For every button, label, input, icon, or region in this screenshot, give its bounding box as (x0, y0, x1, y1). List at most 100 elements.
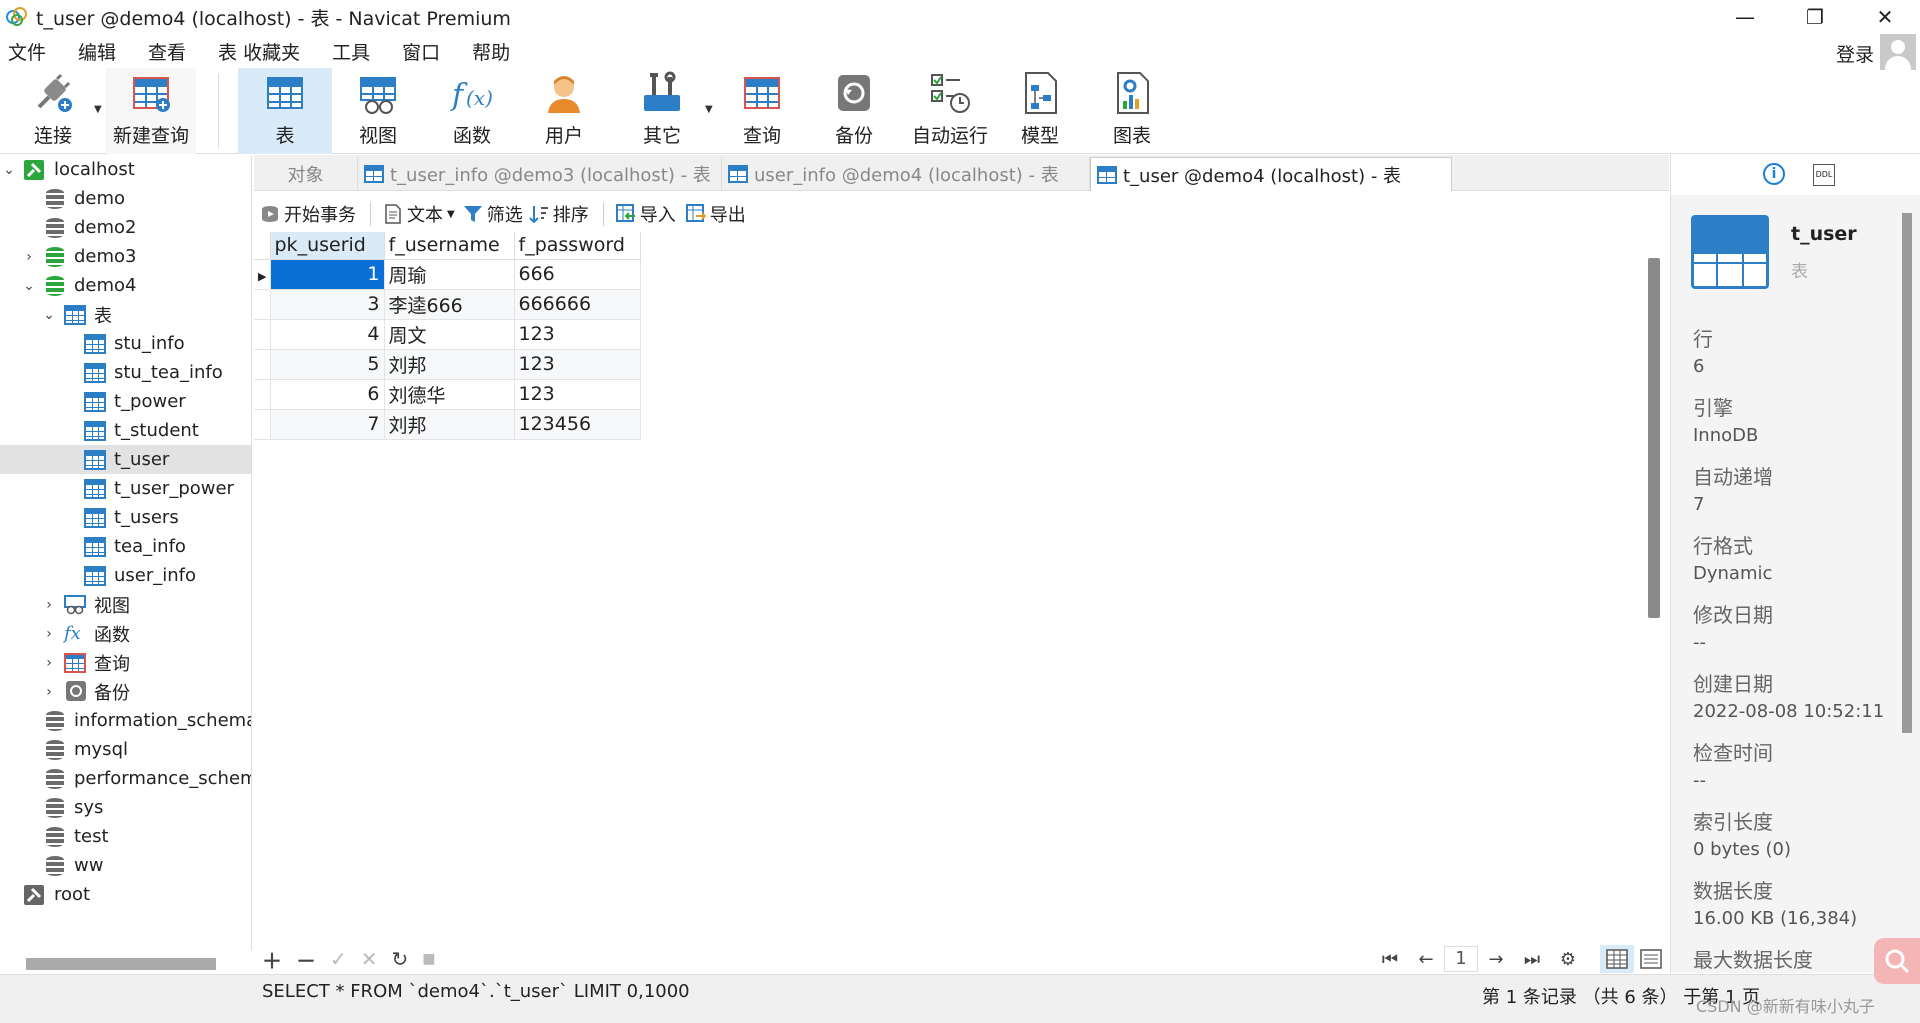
login-link[interactable]: 登录 (1836, 40, 1874, 67)
cell-pk-userid[interactable]: 7 (270, 409, 385, 440)
tree-db-mysql[interactable]: mysql (0, 735, 251, 764)
tree-table-stu-tea-info[interactable]: stu_tea_info (0, 358, 251, 387)
cell-pk-userid[interactable]: 1 (270, 259, 385, 290)
view-button[interactable]: 视图 (346, 68, 410, 154)
table-row[interactable]: 6 刘德华 123 (254, 379, 641, 410)
cell-f-password[interactable]: 666 (514, 259, 641, 290)
auto-run-button[interactable]: 自动运行 (908, 68, 992, 154)
apply-changes-icon[interactable]: ✓ (330, 947, 347, 971)
page-number-input[interactable]: 1 (1444, 946, 1478, 972)
other-button[interactable]: 其它 (630, 68, 694, 154)
tree-group-tables[interactable]: ⌄ 表 (0, 300, 251, 329)
text-button[interactable]: 文本 ▼ (383, 201, 455, 227)
tree-table-t-user-power[interactable]: t_user_power (0, 474, 251, 503)
backup-button[interactable]: 备份 (822, 68, 886, 154)
tree-db-demo[interactable]: demo (0, 184, 251, 213)
chevron-right-icon[interactable]: › (22, 249, 36, 265)
tree-table-t-user[interactable]: t_user (0, 445, 251, 474)
prev-page-icon[interactable]: ← (1408, 949, 1444, 970)
tree-db-sys[interactable]: sys (0, 793, 251, 822)
connect-dropdown-icon[interactable]: ▼ (94, 104, 102, 115)
chevron-down-icon[interactable]: ⌄ (2, 162, 16, 178)
tab-t-user-demo4[interactable]: t_user @demo4 (localhost) - 表 (1090, 157, 1452, 191)
table-button[interactable]: 表 (238, 68, 332, 154)
floating-search-button[interactable] (1874, 938, 1920, 984)
column-header-f-username[interactable]: f_username (384, 232, 515, 260)
menu-help[interactable]: 帮助 (464, 38, 524, 65)
menu-table[interactable]: 表 (210, 38, 237, 65)
tab-t-user-info-demo3[interactable]: t_user_info @demo3 (localhost) - 表 (358, 157, 722, 191)
tree-table-t-users[interactable]: t_users (0, 503, 251, 532)
tab-user-info-demo4[interactable]: user_info @demo4 (localhost) - 表 (722, 157, 1090, 191)
last-page-icon[interactable]: ⏭ (1514, 949, 1550, 970)
tree-connection-root[interactable]: root (0, 880, 251, 909)
cell-f-username[interactable]: 周瑜 (384, 259, 515, 290)
table-row[interactable]: 5 刘邦 123 (254, 349, 641, 380)
tree-group-queries[interactable]: › 查询 (0, 648, 251, 677)
tab-objects[interactable]: 对象 (254, 157, 358, 191)
column-header-f-password[interactable]: f_password (514, 232, 641, 260)
next-page-icon[interactable]: → (1478, 949, 1514, 970)
cell-f-password[interactable]: 123 (514, 319, 641, 350)
new-query-button[interactable]: 新建查询 (106, 68, 196, 154)
close-button[interactable]: ✕ (1850, 0, 1920, 34)
stop-icon[interactable]: ■ (422, 951, 435, 967)
tree-table-t-student[interactable]: t_student (0, 416, 251, 445)
tree-table-t-power[interactable]: t_power (0, 387, 251, 416)
cell-f-password[interactable]: 666666 (514, 289, 641, 320)
tree-table-stu-info[interactable]: stu_info (0, 329, 251, 358)
delete-record-icon[interactable]: － (296, 945, 316, 974)
discard-changes-icon[interactable]: ✕ (361, 947, 378, 971)
grid-view-icon[interactable] (1600, 945, 1634, 973)
cell-f-username[interactable]: 李逵666 (384, 289, 515, 320)
grid-vertical-scrollbar[interactable] (1648, 258, 1660, 618)
connect-button[interactable]: 连接 (22, 68, 84, 154)
cell-f-username[interactable]: 刘邦 (384, 349, 515, 380)
info-panel-scrollbar[interactable] (1902, 213, 1912, 733)
cell-pk-userid[interactable]: 4 (270, 319, 385, 350)
avatar[interactable] (1880, 34, 1916, 70)
cell-f-username[interactable]: 刘邦 (384, 409, 515, 440)
chevron-down-icon[interactable]: ⌄ (42, 307, 56, 323)
tree-db-performance-schema[interactable]: performance_schema (0, 764, 251, 793)
function-button[interactable]: f (x) 函数 (440, 68, 504, 154)
tree-db-demo3[interactable]: › demo3 (0, 242, 251, 271)
menu-favorites[interactable]: 收藏夹 (243, 38, 314, 65)
export-button[interactable]: 导出 (685, 201, 746, 227)
column-header-pk-userid[interactable]: pk_userid (270, 232, 385, 260)
table-row[interactable]: 4 周文 123 (254, 319, 641, 350)
menu-edit[interactable]: 编辑 (70, 38, 130, 65)
chevron-right-icon[interactable]: › (42, 626, 56, 642)
other-dropdown-icon[interactable]: ▼ (705, 104, 713, 115)
chart-button[interactable]: 图表 (1100, 68, 1164, 154)
tree-db-demo4[interactable]: ⌄ demo4 (0, 271, 251, 300)
tree-db-test[interactable]: test (0, 822, 251, 851)
tree-group-backups[interactable]: › 备份 (0, 677, 251, 706)
tree-horizontal-scrollbar[interactable] (26, 958, 216, 970)
table-row[interactable]: 3 李逵666 666666 (254, 289, 641, 320)
tree-db-demo2[interactable]: demo2 (0, 213, 251, 242)
chevron-right-icon[interactable]: › (42, 655, 56, 671)
info-icon[interactable]: i (1763, 163, 1785, 185)
menu-view[interactable]: 查看 (140, 38, 200, 65)
import-button[interactable]: 导入 (615, 201, 676, 227)
tree-connection-localhost[interactable]: ⌄ localhost (0, 155, 251, 184)
sort-button[interactable]: 排序 (528, 201, 589, 227)
cell-f-password[interactable]: 123 (514, 379, 641, 410)
maximize-button[interactable]: ❐ (1780, 0, 1850, 34)
tree-table-tea-info[interactable]: tea_info (0, 532, 251, 561)
tree-db-information-schema[interactable]: information_schema (0, 706, 251, 735)
tree-group-views[interactable]: › 视图 (0, 590, 251, 619)
minimize-button[interactable]: — (1710, 0, 1780, 34)
tree-group-functions[interactable]: › fx 函数 (0, 619, 251, 648)
filter-button[interactable]: 筛选 (463, 201, 523, 227)
table-row[interactable]: ▶ 1 周瑜 666 (254, 259, 641, 290)
menu-file[interactable]: 文件 (0, 38, 60, 65)
menu-window[interactable]: 窗口 (394, 38, 454, 65)
begin-transaction-button[interactable]: 开始事务 (260, 201, 356, 227)
tree-db-ww[interactable]: ww (0, 851, 251, 880)
query-button[interactable]: 查询 (730, 68, 794, 154)
chevron-down-icon[interactable]: ⌄ (22, 278, 36, 294)
ddl-icon[interactable]: DDL (1813, 164, 1835, 186)
first-page-icon[interactable]: ⏮ (1372, 949, 1408, 970)
